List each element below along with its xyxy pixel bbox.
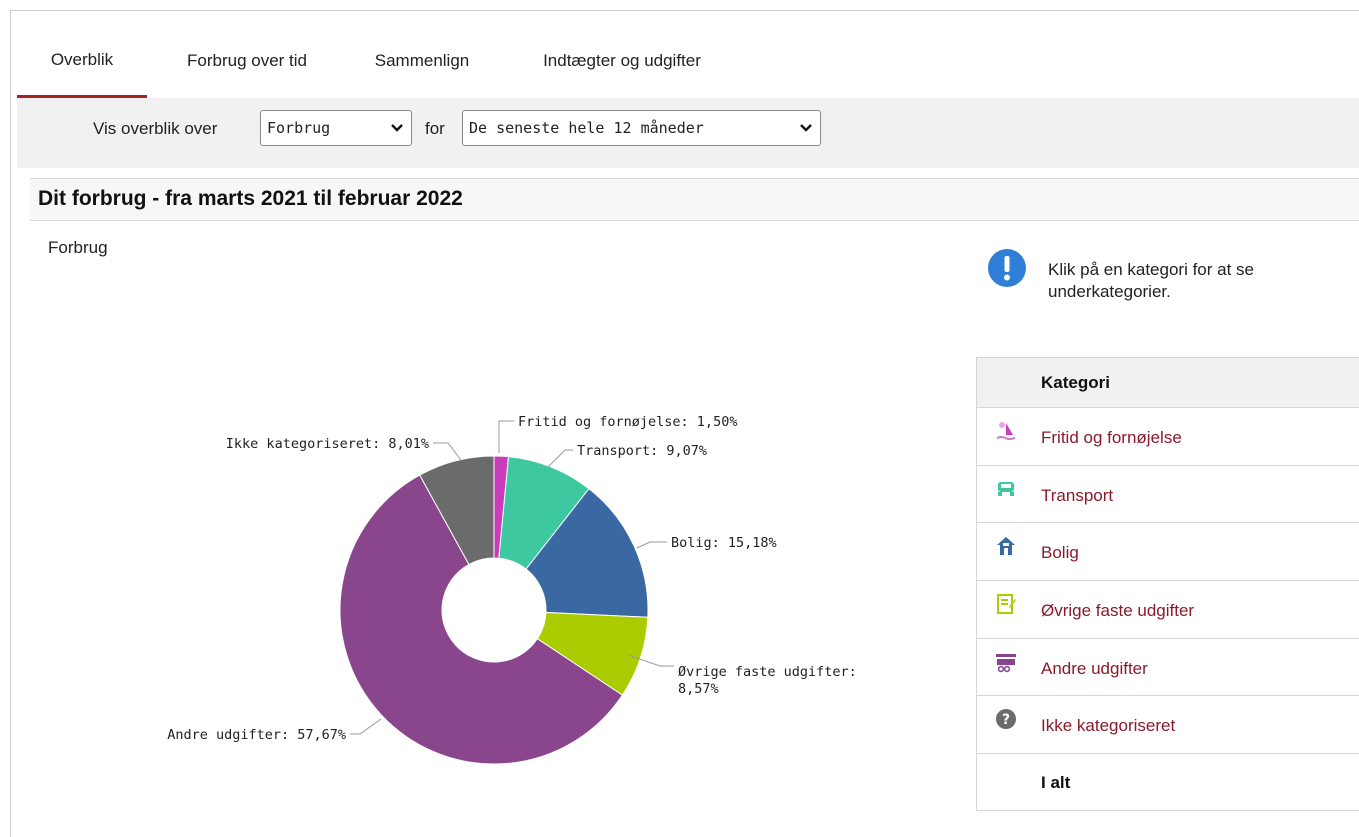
category-label: Andre udgifter <box>1041 658 1148 678</box>
chevron-down-icon <box>800 124 812 132</box>
category-table-header: Kategori <box>977 358 1359 408</box>
leisure-icon <box>997 422 1015 440</box>
category-column-header: Kategori <box>1041 373 1110 392</box>
filter-for-label: for <box>425 119 445 138</box>
panel-header: Dit forbrug - fra marts 2021 til februar… <box>30 178 1359 221</box>
category-row-fritid[interactable]: Fritid og fornøjelse <box>977 408 1359 466</box>
shopping-cart-icon <box>996 653 1016 672</box>
page-margin <box>0 0 10 837</box>
category-label: Transport <box>1041 485 1114 505</box>
total-label: I alt <box>1041 773 1071 793</box>
tab-forbrug-over-tid[interactable]: Forbrug over tid <box>147 24 347 98</box>
filter-prefix-label: Vis overblik over <box>93 119 218 138</box>
info-icon <box>988 249 1026 287</box>
house-icon <box>997 537 1015 556</box>
category-row-transport[interactable]: Transport <box>977 466 1359 524</box>
overview-type-value: Forbrug <box>267 119 331 137</box>
tab-sammenlign[interactable]: Sammenlign <box>347 24 497 98</box>
chevron-down-icon <box>391 124 403 132</box>
tab-bar: Overblik Forbrug over tid Sammenlign Ind… <box>17 24 1359 98</box>
period-select[interactable]: De seneste hele 12 måneder <box>462 110 821 146</box>
category-table: Kategori Fritid og fornøjelse Transport … <box>976 357 1359 811</box>
period-value: De seneste hele 12 måneder <box>469 119 704 137</box>
question-icon: ? <box>996 709 1016 730</box>
filter-bar: Vis overblik over Forbrug for De seneste… <box>17 98 1359 168</box>
category-row-ikke-kategoriseret[interactable]: ? Ikke kategoriseret <box>977 696 1359 755</box>
tab-indtaegter-og-udgifter[interactable]: Indtægter og udgifter <box>497 24 747 98</box>
overview-type-select[interactable]: Forbrug <box>260 110 412 146</box>
panel-title: Dit forbrug - fra marts 2021 til februar… <box>38 187 463 210</box>
tab-overblik[interactable]: Overblik <box>17 24 147 98</box>
category-label: Ikke kategoriseret <box>1041 716 1176 736</box>
category-label: Fritid og fornøjelse <box>1041 428 1182 447</box>
svg-text:?: ? <box>1002 712 1010 728</box>
bill-icon <box>997 594 1016 615</box>
category-total-row: I alt <box>977 754 1359 811</box>
chart-label: Forbrug <box>48 238 108 257</box>
category-label: Bolig <box>1041 543 1079 563</box>
category-row-bolig[interactable]: Bolig <box>977 523 1359 582</box>
category-label: Øvrige faste udgifter <box>1041 601 1195 621</box>
category-row-oevrige[interactable]: Øvrige faste udgifter <box>977 581 1359 639</box>
info-hint-text: Klik på en kategori for at se underkateg… <box>1048 260 1255 301</box>
category-row-andre[interactable]: Andre udgifter <box>977 639 1359 697</box>
car-icon <box>998 481 1014 496</box>
